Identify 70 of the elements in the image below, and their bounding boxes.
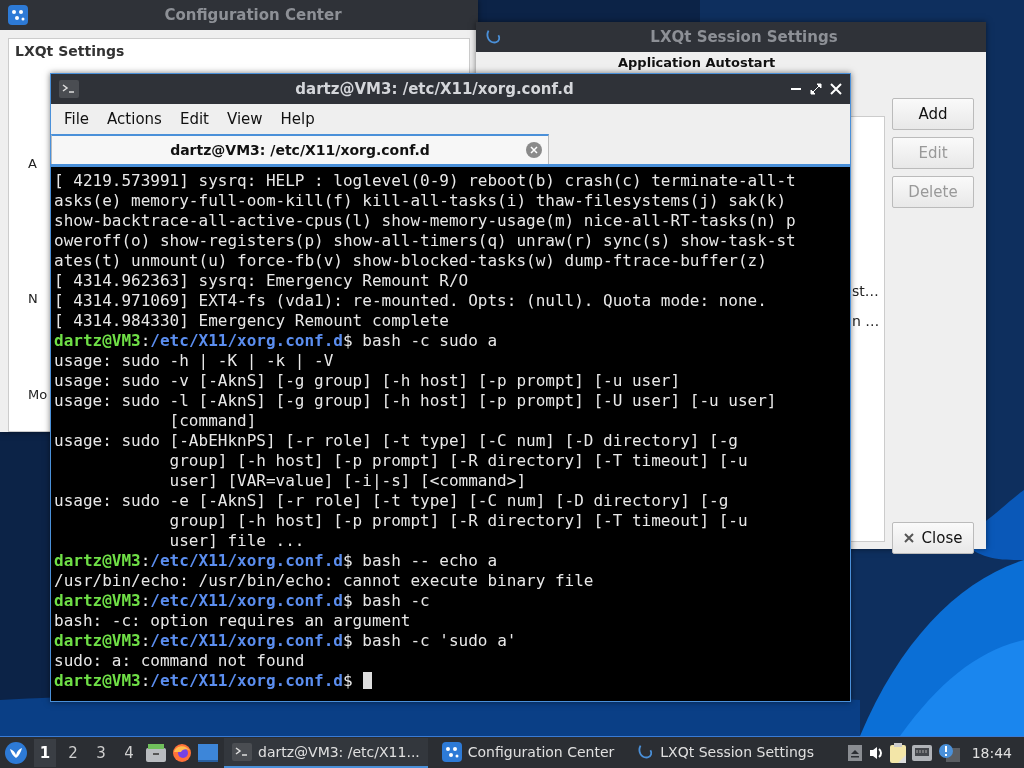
prompt-line: dartz@VM3:/etc/X11/xorg.conf.d$ bash -c 'sudo a' — [54, 631, 517, 650]
terminal-tab[interactable]: dartz@VM3: /etc/X11/xorg.conf.d — [51, 134, 549, 164]
task-button[interactable]: Configuration Center — [433, 737, 623, 768]
clipboard-icon[interactable] — [889, 742, 906, 763]
menu-item[interactable]: View — [217, 107, 272, 130]
window-title: dartz@VM3: /etc/X11/xorg.conf.d — [294, 80, 575, 98]
terminal-line: group] [-h host] [-p prompt] [-R directory] [-T timeout] [-u — [168, 511, 749, 531]
terminal-line: asks(e) memory-full-oom-kill(f) kill-all-tasks(i) thaw-filesystems(j) sak(k) — [54, 191, 788, 211]
prompt-line: dartz@VM3:/etc/X11/xorg.conf.d$ — [54, 671, 353, 690]
terminal-line: oweroff(o) show-registers(p) show-all-timers(q) unraw(r) sync(s) show-task-st — [54, 231, 797, 251]
terminal-line: [ 4314.962363] sysrq: Emergency Remount R/O — [54, 271, 470, 291]
terminal-line: usage: sudo -e [-AknS] [-r role] [-t type] [-C num] [-D directory] [-g — [54, 491, 730, 511]
terminal-line: user] file ... — [168, 531, 306, 551]
network-icon[interactable] — [911, 744, 932, 761]
list-item[interactable]: n … — [852, 313, 880, 329]
eject-icon[interactable] — [847, 744, 862, 761]
close-icon — [903, 533, 914, 543]
prompt-line: dartz@VM3:/etc/X11/xorg.conf.d$ bash -c sudo a — [54, 331, 498, 350]
show-desktop-icon[interactable] — [198, 743, 218, 762]
settings-label: N — [28, 291, 38, 306]
start-menu-icon[interactable] — [4, 740, 28, 765]
list-item[interactable]: st… — [852, 283, 879, 299]
terminal-line: [command] — [168, 411, 258, 431]
terminal-line: usage: sudo -h | -K | -k | -V — [54, 351, 335, 371]
menu-item[interactable]: Edit — [170, 107, 218, 130]
clock: 18:44 — [971, 744, 1012, 761]
browser-icon[interactable] — [172, 742, 192, 763]
close-button[interactable]: Close — [892, 522, 974, 554]
terminal-line: /usr/bin/echo: /usr/bin/echo: cannot execute binary file — [54, 571, 595, 591]
task-button[interactable]: dartz@VM3: /etc/X11... — [224, 737, 428, 768]
settings-label: Mo — [28, 387, 48, 402]
terminal-line: [ 4314.984330] Emergency Remount complete — [54, 311, 450, 331]
panel-title: LXQt Settings — [15, 43, 125, 59]
menu-item[interactable]: Help — [271, 107, 324, 130]
file-manager-icon[interactable] — [146, 743, 166, 762]
desktop-switch[interactable]: 4 — [118, 738, 140, 767]
close-icon[interactable] — [830, 83, 842, 95]
window-title: LXQt Session Settings — [649, 28, 839, 46]
maximize-icon[interactable] — [810, 83, 822, 95]
terminal-line: sudo: a: command not found — [54, 651, 306, 671]
desktop-switch[interactable]: 2 — [62, 738, 84, 767]
prompt-line: dartz@VM3:/etc/X11/xorg.conf.d$ bash -- echo a — [54, 551, 498, 570]
close-tab-icon[interactable] — [526, 142, 542, 158]
terminal-line: usage: sudo [-AbEHknPS] [-r role] [-t type] [-C num] [-D directory] [-g — [54, 431, 739, 451]
terminal-line: group] [-h host] [-p prompt] [-R directory] [-T timeout] [-u — [168, 451, 749, 471]
prompt-line: dartz@VM3:/etc/X11/xorg.conf.d$ bash -c — [54, 591, 430, 610]
app-icon — [484, 28, 502, 46]
terminal-line: usage: sudo -v [-AknS] [-g group] [-h host] [-p prompt] [-u user] — [54, 371, 682, 391]
terminal-line: bash: -c: option requires an argument — [54, 611, 412, 631]
terminal-line: [ 4219.573991] sysrq: HELP : loglevel(0-9) reboot(b) crash(c) terminate-all-t — [54, 171, 797, 191]
terminal-icon — [232, 742, 252, 761]
settings-label: A — [28, 156, 37, 171]
window-title: Configuration Center — [163, 6, 343, 24]
action-button[interactable]: Add — [892, 98, 974, 130]
desktop-switch[interactable]: 1 — [34, 738, 56, 767]
terminal-line: ates(t) unmount(u) force-fb(v) show-blocked-tasks(w) dump-ftrace-buffer(z) — [54, 251, 768, 271]
terminal-line: [ 4314.971069] EXT4-fs (vda1): re-mounted. Opts: (null). Quota mode: none. — [54, 291, 768, 311]
menu-item[interactable]: File — [55, 107, 99, 130]
app-icon — [441, 741, 462, 762]
volume-icon[interactable] — [867, 744, 884, 761]
desktop-switch[interactable]: 3 — [90, 738, 112, 767]
menu-item[interactable]: Actions — [98, 107, 171, 130]
task-button[interactable]: LXQt Session Settings — [628, 737, 822, 768]
terminal-line: usage: sudo -l [-AknS] [-g group] [-h host] [-p prompt] [-U user] [-u user] — [54, 391, 778, 411]
terminal-line: user] [VAR=value] [-i|-s] [<command>] — [168, 471, 527, 491]
terminal-line: show-backtrace-all-active-cpus(l) show-memory-usage(m) nice-all-RT-tasks(n) p — [54, 211, 797, 231]
notification-icon[interactable] — [937, 743, 960, 762]
terminal-icon — [59, 80, 79, 98]
section-heading: Application Autostart — [618, 55, 776, 71]
app-icon — [8, 5, 28, 25]
